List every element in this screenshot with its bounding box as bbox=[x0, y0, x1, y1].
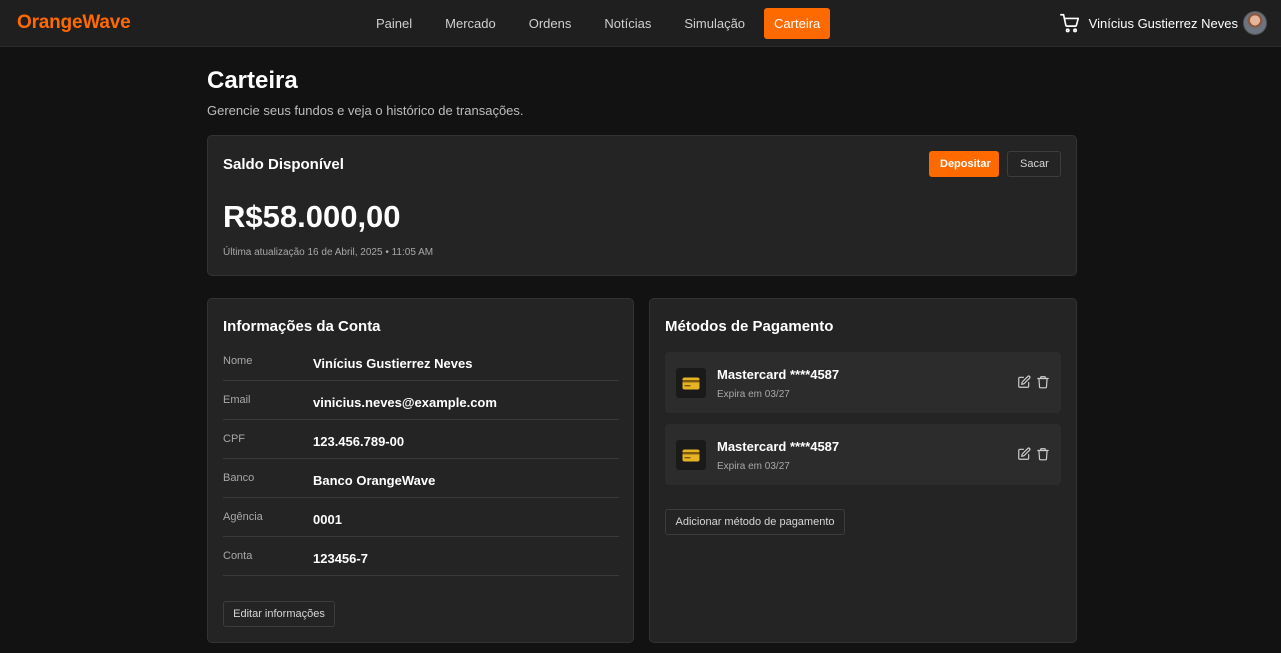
card-icon-box bbox=[676, 368, 706, 398]
balance-amount: R$58.000,00 bbox=[223, 199, 401, 234]
edit-info-button[interactable]: Editar informações bbox=[223, 601, 335, 627]
user-area: Vinícius Gustierrez Neves bbox=[1059, 11, 1267, 35]
cart-icon[interactable] bbox=[1059, 12, 1081, 34]
info-row-conta: Conta 123456-7 bbox=[223, 537, 619, 576]
info-row-banco: Banco Banco OrangeWave bbox=[223, 459, 619, 498]
last-updated: Última atualização 16 de Abril, 2025 • 1… bbox=[223, 247, 434, 258]
info-value: Banco OrangeWave bbox=[313, 473, 436, 488]
info-value: 123456-7 bbox=[313, 551, 368, 566]
avatar[interactable] bbox=[1243, 11, 1267, 35]
account-info-list: Nome Vinícius Gustierrez Neves Email vin… bbox=[223, 342, 619, 576]
info-value: 0001 bbox=[313, 512, 342, 527]
info-label: Agência bbox=[223, 511, 263, 523]
info-label: CPF bbox=[223, 433, 245, 445]
payment-method-item[interactable]: Mastercard ****4587 Expira em 03/27 bbox=[665, 424, 1061, 485]
info-label: Conta bbox=[223, 550, 253, 562]
nav-item-simulacao[interactable]: Simulação bbox=[670, 8, 759, 39]
balance-title: Saldo Disponível bbox=[223, 156, 344, 173]
credit-card-icon bbox=[682, 449, 700, 461]
info-row-agencia: Agência 0001 bbox=[223, 498, 619, 537]
app-logo[interactable]: OrangeWave bbox=[17, 12, 131, 34]
balance-card: Saldo Disponível Depositar Sacar R$58.00… bbox=[207, 135, 1077, 276]
info-value: Vinícius Gustierrez Neves bbox=[313, 356, 473, 371]
payment-method-actions bbox=[1012, 447, 1050, 461]
info-row-nome: Nome Vinícius Gustierrez Neves bbox=[223, 342, 619, 381]
payment-methods-card: Métodos de Pagamento Mastercard ****4587… bbox=[649, 298, 1077, 643]
page-title: Carteira bbox=[207, 67, 298, 94]
page-subtitle: Gerencie seus fundos e veja o histórico … bbox=[207, 103, 524, 118]
edit-icon[interactable] bbox=[1017, 375, 1031, 389]
info-label: Banco bbox=[223, 472, 255, 484]
withdraw-button[interactable]: Sacar bbox=[1007, 151, 1061, 177]
payment-method-name: Mastercard ****4587 bbox=[717, 367, 840, 382]
edit-icon[interactable] bbox=[1017, 447, 1031, 461]
info-label: Nome bbox=[223, 355, 253, 367]
card-icon-box bbox=[676, 440, 706, 470]
payment-method-item[interactable]: Mastercard ****4587 Expira em 03/27 bbox=[665, 352, 1061, 413]
credit-card-icon bbox=[682, 377, 700, 389]
info-row-email: Email vinicius.neves@example.com bbox=[223, 381, 619, 420]
nav-item-noticias[interactable]: Notícias bbox=[590, 8, 665, 39]
payment-method-name: Mastercard ****4587 bbox=[717, 439, 840, 454]
nav-item-carteira[interactable]: Carteira bbox=[764, 8, 831, 39]
top-navbar: OrangeWave Painel Mercado Ordens Notícia… bbox=[0, 0, 1281, 47]
account-info-card: Informações da Conta Nome Vinícius Gusti… bbox=[207, 298, 634, 643]
info-row-cpf: CPF 123.456.789-00 bbox=[223, 420, 619, 459]
payment-methods-title: Métodos de Pagamento bbox=[665, 318, 834, 335]
trash-icon[interactable] bbox=[1036, 447, 1050, 461]
account-info-title: Informações da Conta bbox=[223, 318, 381, 335]
info-value: 123.456.789-00 bbox=[313, 434, 405, 449]
trash-icon[interactable] bbox=[1036, 375, 1050, 389]
payment-method-expiry: Expira em 03/27 bbox=[717, 389, 790, 400]
info-value: vinicius.neves@example.com bbox=[313, 395, 497, 410]
payment-method-expiry: Expira em 03/27 bbox=[717, 461, 790, 472]
info-label: Email bbox=[223, 394, 251, 406]
deposit-button[interactable]: Depositar bbox=[929, 151, 999, 177]
payment-method-actions bbox=[1012, 375, 1050, 389]
nav-item-ordens[interactable]: Ordens bbox=[515, 8, 586, 39]
add-payment-method-button[interactable]: Adicionar método de pagamento bbox=[665, 509, 845, 535]
nav-item-painel[interactable]: Painel bbox=[362, 8, 426, 39]
main-nav: Painel Mercado Ordens Notícias Simulação… bbox=[362, 8, 835, 39]
user-name[interactable]: Vinícius Gustierrez Neves bbox=[1089, 16, 1238, 31]
nav-item-mercado[interactable]: Mercado bbox=[431, 8, 510, 39]
